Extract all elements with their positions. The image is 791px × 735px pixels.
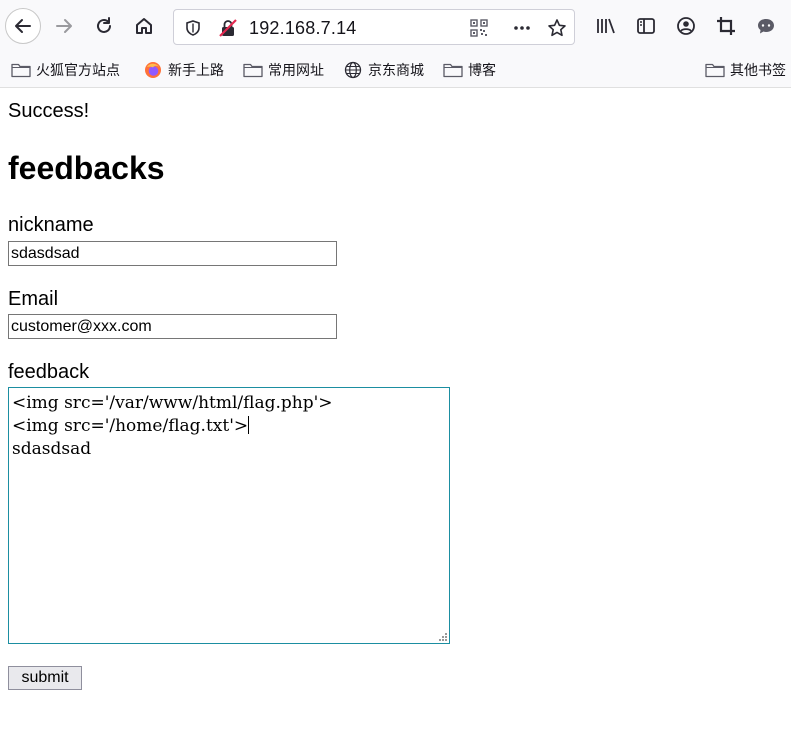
nickname-input[interactable] bbox=[8, 241, 337, 266]
qr-code-icon[interactable] bbox=[469, 18, 489, 38]
bookmark-label: 京东商城 bbox=[368, 62, 424, 78]
firefox-icon bbox=[142, 60, 164, 80]
bookmark-folder-firefox-official[interactable]: 火狐官方站点 bbox=[10, 60, 120, 80]
feedback-line: <img src='/home/flag.txt'> bbox=[12, 416, 250, 436]
sidebar-button[interactable] bbox=[632, 12, 660, 40]
bookmark-jd-mall[interactable]: 京东商城 bbox=[342, 60, 424, 80]
bookmark-folder-common-sites[interactable]: 常用网址 bbox=[242, 60, 324, 80]
bookmark-star-icon[interactable] bbox=[547, 18, 567, 38]
bookmark-label: 常用网址 bbox=[268, 62, 324, 78]
library-button[interactable] bbox=[592, 12, 620, 40]
home-button[interactable] bbox=[130, 12, 158, 40]
reload-icon bbox=[97, 17, 111, 33]
account-icon bbox=[677, 17, 695, 35]
home-icon bbox=[136, 18, 152, 34]
bookmark-folder-blog[interactable]: 博客 bbox=[442, 60, 496, 80]
more-actions-icon[interactable] bbox=[512, 18, 532, 38]
bookmark-getting-started[interactable]: 新手上路 bbox=[142, 60, 224, 80]
email-label: Email bbox=[8, 288, 59, 310]
bookmarks-toolbar: 火狐官方站点 新手上路 常用网址 京东商城 博客 其他书签 bbox=[0, 54, 791, 88]
folder-icon bbox=[10, 60, 32, 80]
address-bar[interactable]: 192.168.7.14 bbox=[173, 9, 575, 45]
globe-icon bbox=[342, 60, 364, 80]
reload-button[interactable] bbox=[90, 12, 118, 40]
chat-bubble-icon bbox=[758, 19, 774, 34]
feedback-line: sdasdsad bbox=[12, 439, 92, 459]
text-cursor bbox=[248, 416, 250, 434]
folder-icon bbox=[242, 60, 264, 80]
forward-button[interactable] bbox=[50, 12, 78, 40]
crop-icon bbox=[717, 17, 735, 35]
bookmark-label: 火狐官方站点 bbox=[36, 62, 120, 78]
forward-arrow-icon bbox=[56, 19, 72, 33]
folder-icon bbox=[704, 60, 726, 80]
bookmark-label: 博客 bbox=[468, 62, 496, 78]
bookmark-folder-other[interactable]: 其他书签 bbox=[704, 60, 786, 80]
back-button[interactable] bbox=[5, 8, 41, 44]
folder-icon bbox=[442, 60, 464, 80]
status-message: Success! bbox=[8, 100, 90, 122]
sidebar-icon bbox=[637, 18, 655, 34]
bookmark-label: 其他书签 bbox=[730, 62, 786, 78]
feedback-label: feedback bbox=[8, 361, 90, 383]
url-text[interactable]: 192.168.7.14 bbox=[249, 18, 357, 39]
resize-grip-icon[interactable] bbox=[437, 631, 447, 641]
library-icon bbox=[597, 18, 615, 34]
nickname-label: nickname bbox=[8, 214, 94, 236]
browser-toolbar: 192.168.7.14 bbox=[0, 0, 791, 54]
submit-button[interactable]: submit bbox=[8, 666, 82, 690]
email-input[interactable] bbox=[8, 314, 337, 339]
feedback-textarea[interactable]: <img src='/var/www/html/flag.php'> <img … bbox=[8, 387, 450, 644]
insecure-lock-icon[interactable] bbox=[218, 18, 238, 38]
chat-extension-button[interactable] bbox=[752, 12, 780, 40]
tracking-shield-icon[interactable] bbox=[183, 18, 203, 38]
page-title: feedbacks bbox=[8, 150, 165, 186]
back-arrow-icon bbox=[15, 19, 31, 33]
feedback-line: <img src='/var/www/html/flag.php'> bbox=[12, 393, 333, 413]
account-button[interactable] bbox=[672, 12, 700, 40]
bookmark-label: 新手上路 bbox=[168, 62, 224, 78]
screenshot-button[interactable] bbox=[712, 12, 740, 40]
